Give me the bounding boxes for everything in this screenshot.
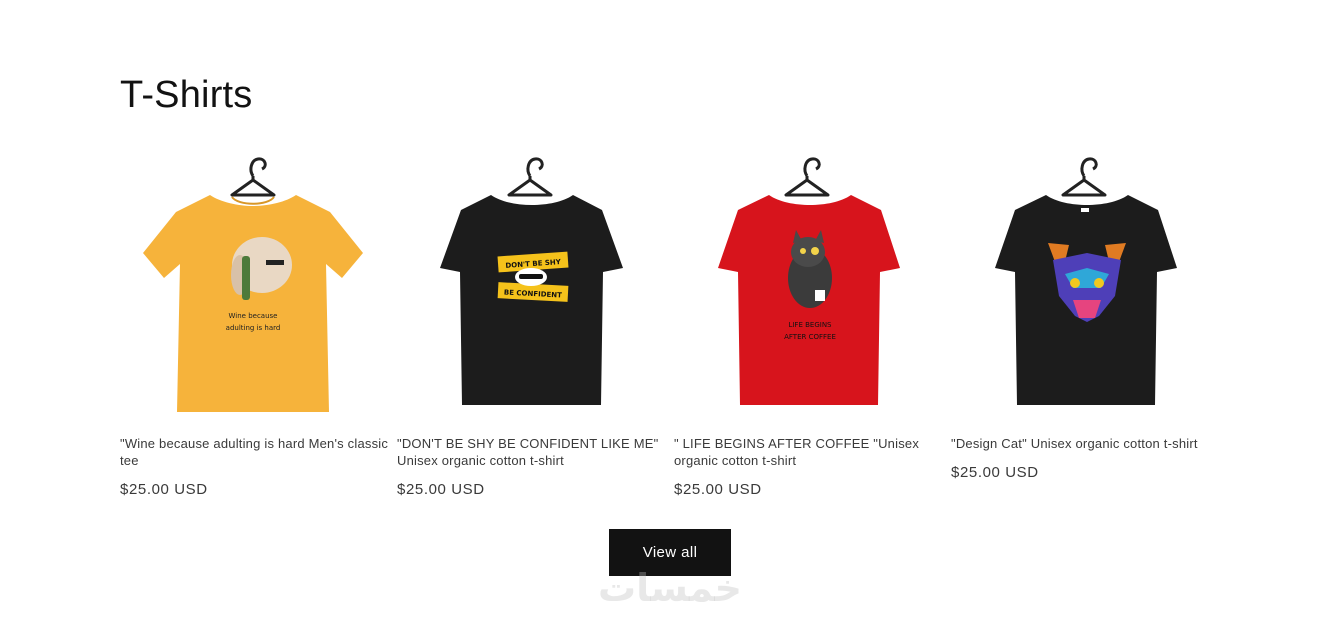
product-title[interactable]: " LIFE BEGINS AFTER COFFEE "Unisex organ… — [674, 435, 946, 469]
product-image[interactable]: Wine because adulting is hard — [120, 150, 387, 420]
product-price: $25.00 USD — [951, 464, 1039, 481]
product-title[interactable]: "DON'T BE SHY BE CONFIDENT LIKE ME" Unis… — [397, 435, 669, 469]
product-price: $25.00 USD — [674, 481, 762, 498]
t-shirt-shape — [143, 195, 363, 412]
print-line-1: LIFE BEGINS — [788, 321, 832, 329]
hanger-icon — [1061, 157, 1107, 197]
t-shirt-shape — [440, 195, 623, 405]
product-title[interactable]: "Design Cat" Unisex organic cotton t-shi… — [951, 435, 1223, 452]
print-line-2: AFTER COFFEE — [784, 333, 836, 341]
product-image[interactable] — [951, 150, 1218, 420]
print-line-2: adulting is hard — [226, 324, 281, 332]
section-title: T-Shirts — [120, 74, 253, 116]
product-card[interactable]: DON'T BE SHY BE CONFIDENT "DON'T BE SHY … — [397, 150, 664, 510]
hanger-icon — [507, 157, 553, 197]
product-grid: Wine because adulting is hard "Wine beca… — [120, 150, 1230, 510]
print-line-1: Wine because — [229, 312, 278, 320]
hanger-icon — [784, 157, 830, 197]
product-image[interactable]: DON'T BE SHY BE CONFIDENT — [397, 150, 664, 420]
product-price: $25.00 USD — [120, 481, 208, 498]
product-card[interactable]: "Design Cat" Unisex organic cotton t-shi… — [951, 150, 1218, 510]
product-image[interactable]: LIFE BEGINS AFTER COFFEE — [674, 150, 941, 420]
khamsat-watermark: خمسات — [598, 566, 742, 610]
hanger-icon — [230, 157, 276, 197]
product-price: $25.00 USD — [397, 481, 485, 498]
product-card[interactable]: LIFE BEGINS AFTER COFFEE " LIFE BEGINS A… — [674, 150, 941, 510]
product-card[interactable]: Wine because adulting is hard "Wine beca… — [120, 150, 388, 510]
product-title[interactable]: "Wine because adulting is hard Men's cla… — [120, 435, 392, 469]
